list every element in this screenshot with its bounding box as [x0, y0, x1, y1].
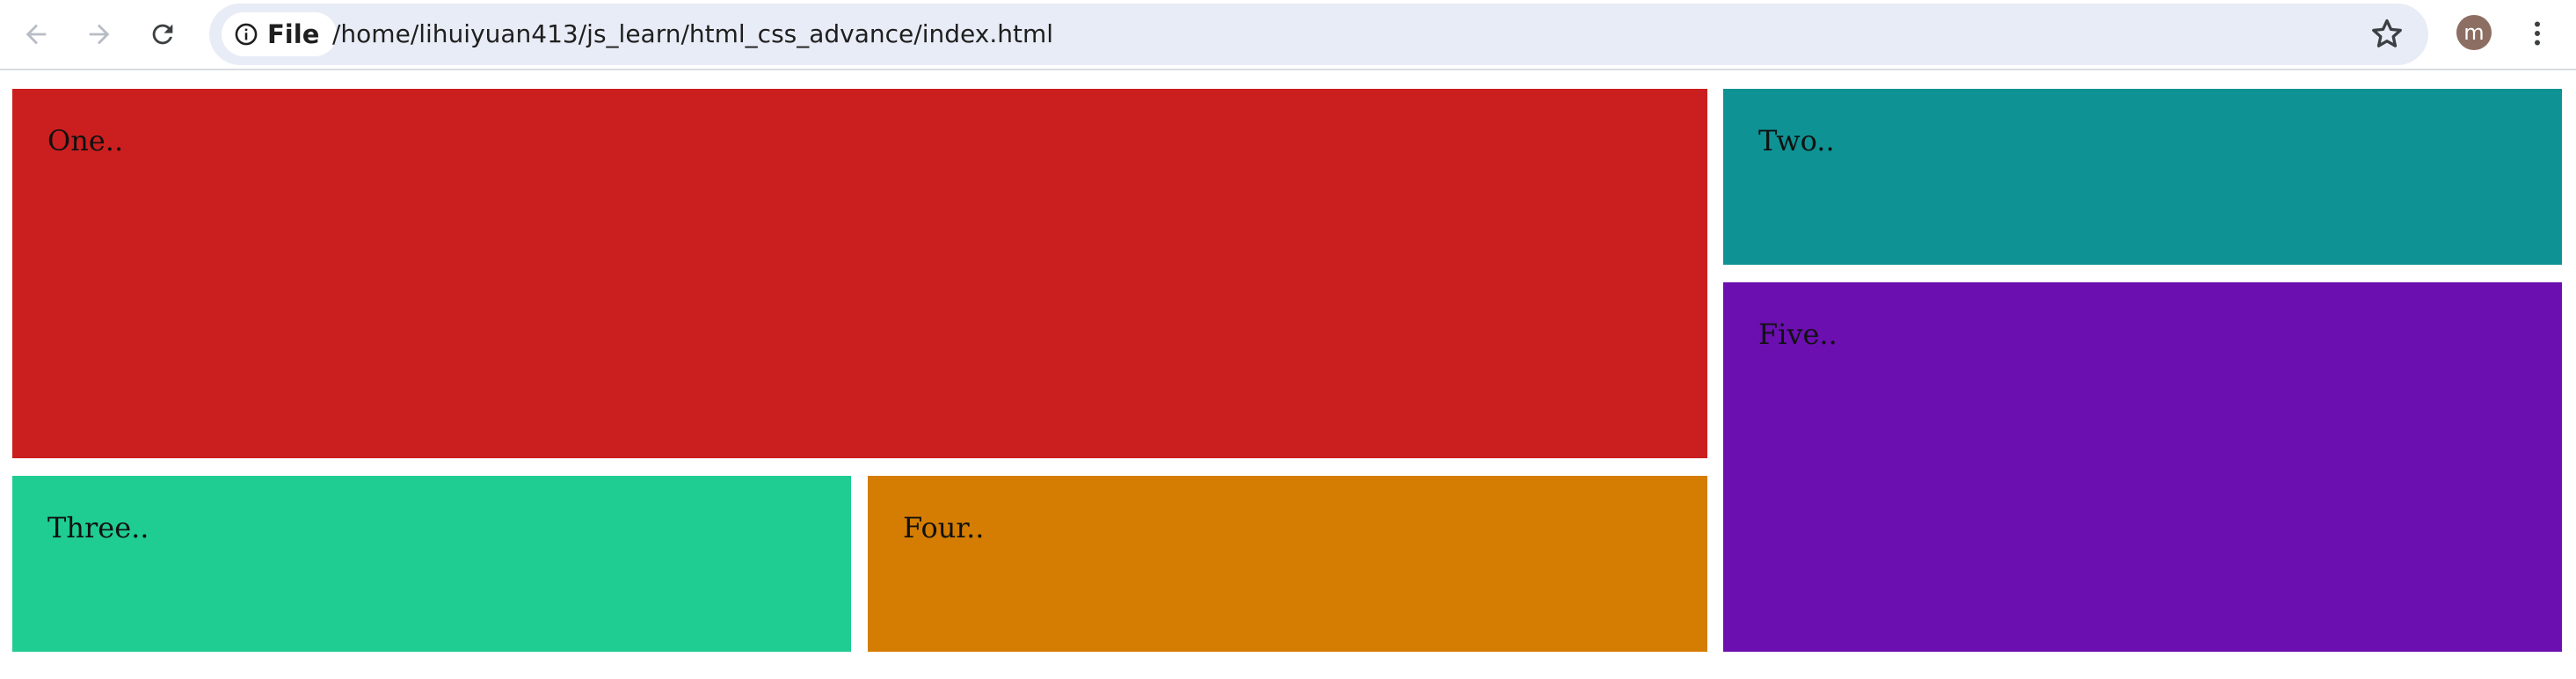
reload-button[interactable] — [137, 9, 188, 60]
star-icon[interactable] — [2369, 16, 2405, 53]
reload-icon — [152, 24, 173, 45]
box-three: Three.. — [12, 476, 851, 652]
box-one: One.. — [12, 89, 1707, 458]
kebab-menu-icon — [2535, 21, 2540, 46]
info-icon — [235, 23, 258, 46]
box-three-label: Three.. — [47, 511, 149, 544]
site-info-chip[interactable]: File — [222, 12, 338, 56]
box-five: Five.. — [1723, 282, 2562, 652]
arrow-left-icon — [25, 24, 47, 45]
box-two: Two.. — [1723, 89, 2562, 265]
browser-toolbar: File /home/lihuiyuan413/js_learn/html_cs… — [0, 0, 2576, 70]
url-text[interactable]: /home/lihuiyuan413/js_learn/html_css_adv… — [332, 4, 1053, 65]
browser-menu-button[interactable] — [2520, 11, 2555, 56]
site-info-label: File — [267, 19, 320, 49]
box-four-label: Four.. — [903, 511, 985, 544]
profile-avatar[interactable]: m — [2456, 15, 2492, 50]
forward-button[interactable] — [74, 9, 125, 60]
back-button[interactable] — [11, 9, 62, 60]
arrow-right-icon — [89, 24, 110, 45]
box-one-label: One.. — [47, 124, 124, 157]
address-bar[interactable]: File /home/lihuiyuan413/js_learn/html_cs… — [209, 4, 2428, 65]
box-two-label: Two.. — [1758, 124, 1835, 157]
box-five-label: Five.. — [1758, 318, 1837, 351]
box-four: Four.. — [868, 476, 1707, 652]
